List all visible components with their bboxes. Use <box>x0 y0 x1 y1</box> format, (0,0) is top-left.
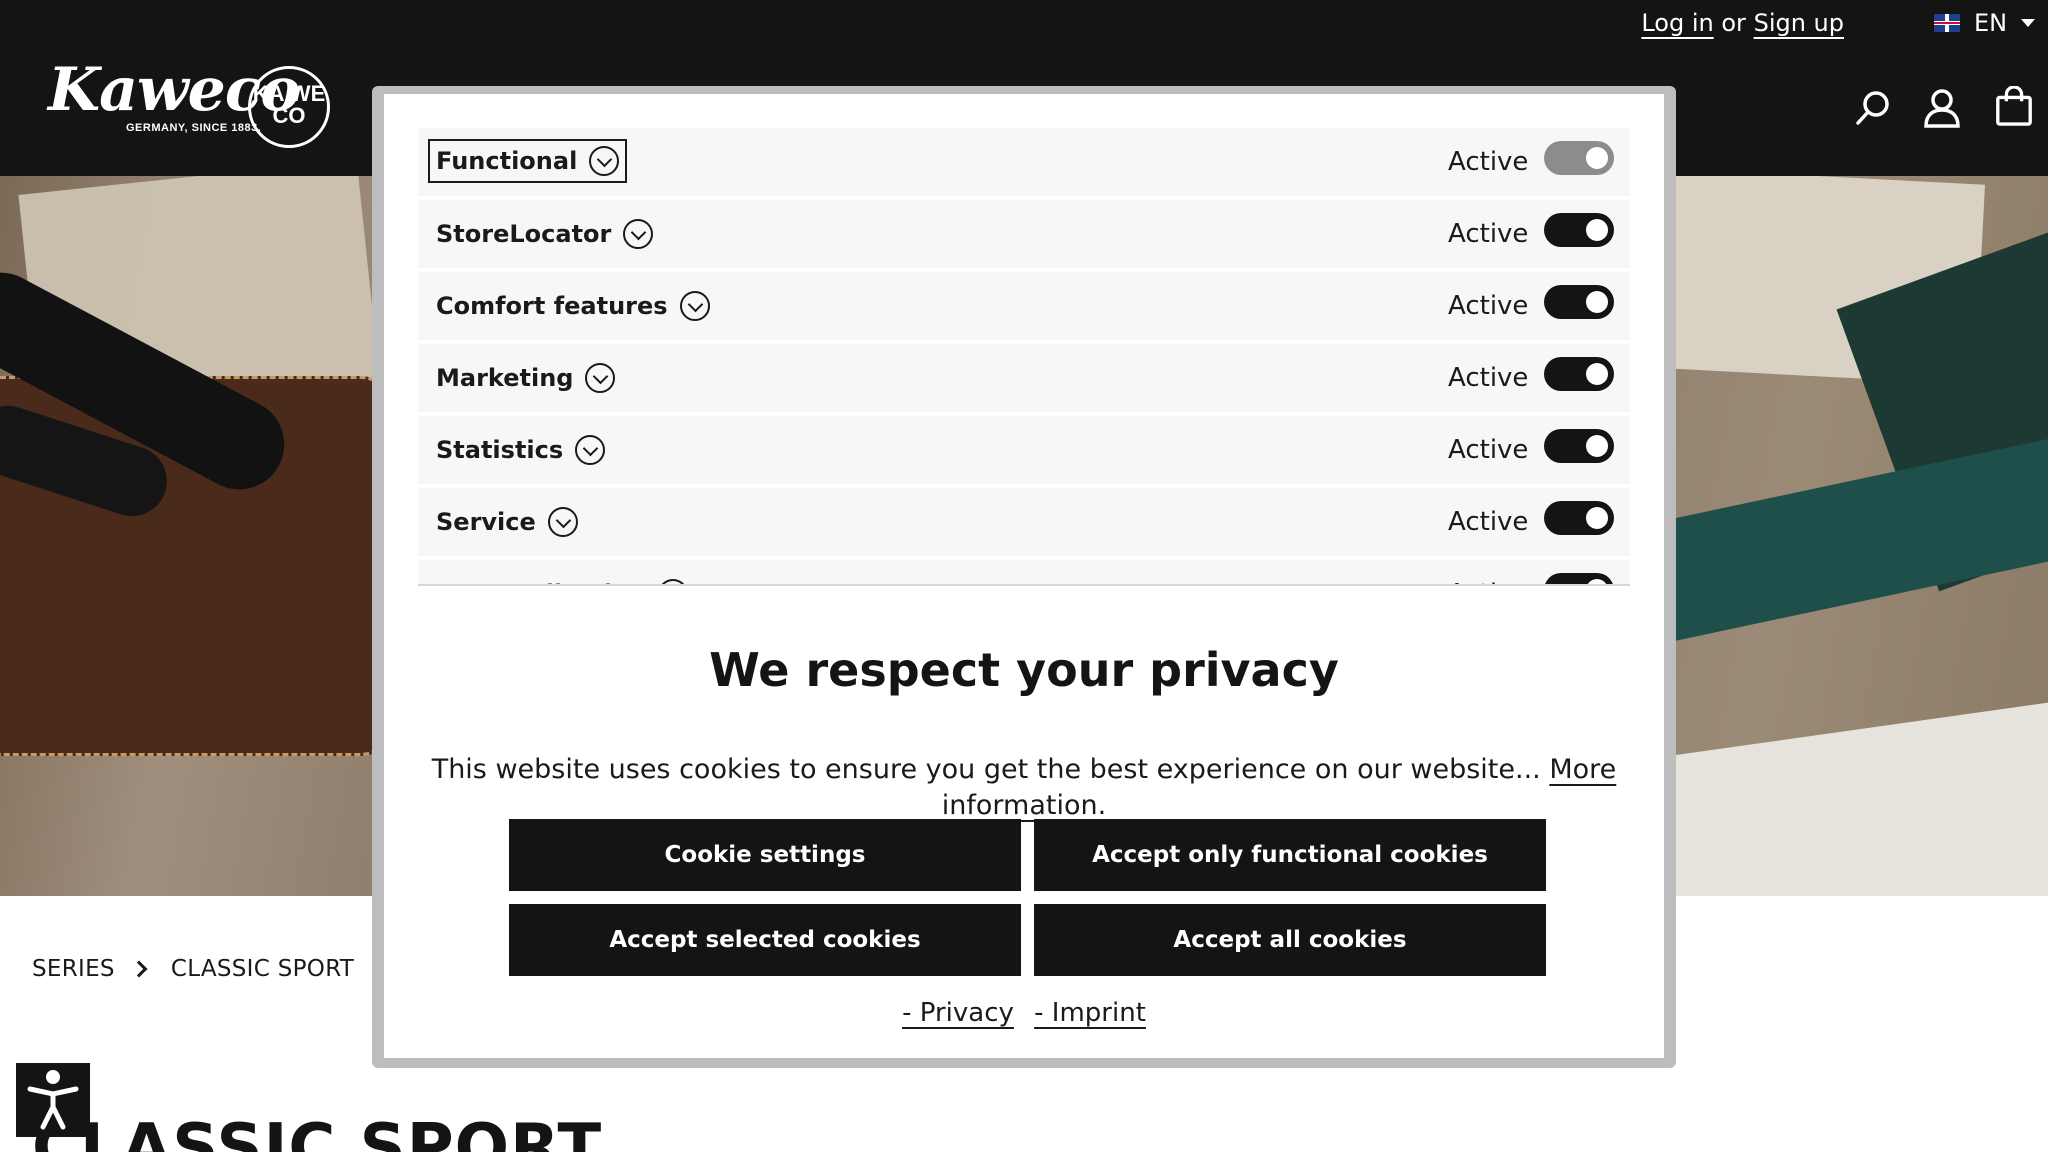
category-status: Active <box>1448 291 1529 321</box>
breadcrumb: SERIES CLASSIC SPORT <box>32 956 354 982</box>
category-label: StoreLocator <box>436 220 612 248</box>
category-status: Active <box>1448 507 1529 537</box>
privacy-text-end: . <box>1097 790 1107 821</box>
cookie-category-statistics: Statistics Active <box>418 416 1630 484</box>
category-toggle-comfort[interactable]: Comfort features <box>436 289 710 323</box>
cookie-category-service: Service Active <box>418 488 1630 556</box>
signup-link[interactable]: Sign up <box>1754 9 1844 37</box>
category-status: Active <box>1448 147 1529 177</box>
imprint-link[interactable]: - Imprint <box>1034 998 1146 1028</box>
category-label: Marketing <box>436 364 574 392</box>
accessibility-icon[interactable] <box>16 1063 90 1137</box>
cookie-category-functional: Functional Active <box>418 128 1630 196</box>
marketing-switch[interactable] <box>1544 357 1614 391</box>
accept-selected-button[interactable]: Accept selected cookies <box>509 904 1021 976</box>
cookie-category-personalization: Personalization Active <box>418 560 1630 586</box>
page-title: CLASSIC SPORT <box>32 1111 603 1152</box>
category-status: Active <box>1448 435 1529 465</box>
list-divider <box>418 584 1630 586</box>
cart-icon[interactable] <box>1994 86 2034 126</box>
cookie-settings-button[interactable]: Cookie settings <box>509 819 1021 891</box>
expand-chevron-icon <box>547 507 578 537</box>
language-label: EN <box>1974 9 2008 37</box>
service-switch[interactable] <box>1544 501 1614 535</box>
privacy-title: We respect your privacy <box>709 643 1339 697</box>
expand-chevron-icon <box>623 219 654 249</box>
chevron-right-icon <box>130 960 148 978</box>
category-label: Functional <box>436 147 578 175</box>
category-toggle-storelocator[interactable]: StoreLocator <box>436 217 654 251</box>
privacy-description: This website uses cookies to ensure you … <box>431 754 1550 785</box>
comfort-switch[interactable] <box>1544 285 1614 319</box>
privacy-link[interactable]: - Privacy <box>902 998 1014 1028</box>
category-toggle-functional[interactable]: Functional <box>428 139 628 183</box>
category-toggle-statistics[interactable]: Statistics <box>436 433 606 467</box>
category-label: Service <box>436 508 536 536</box>
category-status: Active <box>1448 363 1529 393</box>
language-selector[interactable]: EN <box>1934 8 2036 38</box>
or-text: or <box>1721 9 1746 37</box>
category-toggle-marketing[interactable]: Marketing <box>436 361 616 395</box>
category-label: Comfort features <box>436 292 668 320</box>
account-icon[interactable] <box>1922 88 1962 128</box>
functional-switch <box>1544 141 1614 175</box>
account-links: Log in or Sign up <box>1641 8 1844 38</box>
kaweco-seal-logo: KA WE CO <box>248 66 330 148</box>
cookie-category-marketing: Marketing Active <box>418 344 1630 412</box>
login-link[interactable]: Log in <box>1641 9 1713 37</box>
category-status: Active <box>1448 219 1529 249</box>
modal-footer-links: - Privacy - Imprint <box>384 996 1664 1030</box>
search-icon[interactable] <box>1854 88 1894 128</box>
cookie-category-storelocator: StoreLocator Active <box>418 200 1630 268</box>
expand-chevron-icon <box>589 146 620 176</box>
accept-functional-button[interactable]: Accept only functional cookies <box>1034 819 1546 891</box>
expand-chevron-icon <box>679 291 710 321</box>
breadcrumb-item-current: CLASSIC SPORT <box>170 956 355 982</box>
cookie-category-comfort: Comfort features Active <box>418 272 1630 340</box>
expand-chevron-icon <box>575 435 606 465</box>
chevron-down-icon <box>2021 19 2036 27</box>
storelocator-switch[interactable] <box>1544 213 1614 247</box>
uk-flag-icon <box>1934 14 1960 32</box>
expand-chevron-icon <box>585 363 616 393</box>
privacy-text: This website uses cookies to ensure you … <box>384 752 1664 824</box>
category-toggle-service[interactable]: Service <box>436 505 578 539</box>
category-label: Statistics <box>436 436 564 464</box>
cookie-category-list[interactable]: Functional Active StoreLocator Active Co… <box>418 128 1630 586</box>
statistics-switch[interactable] <box>1544 429 1614 463</box>
breadcrumb-item-series[interactable]: SERIES <box>32 956 115 982</box>
accept-all-button[interactable]: Accept all cookies <box>1034 904 1546 976</box>
